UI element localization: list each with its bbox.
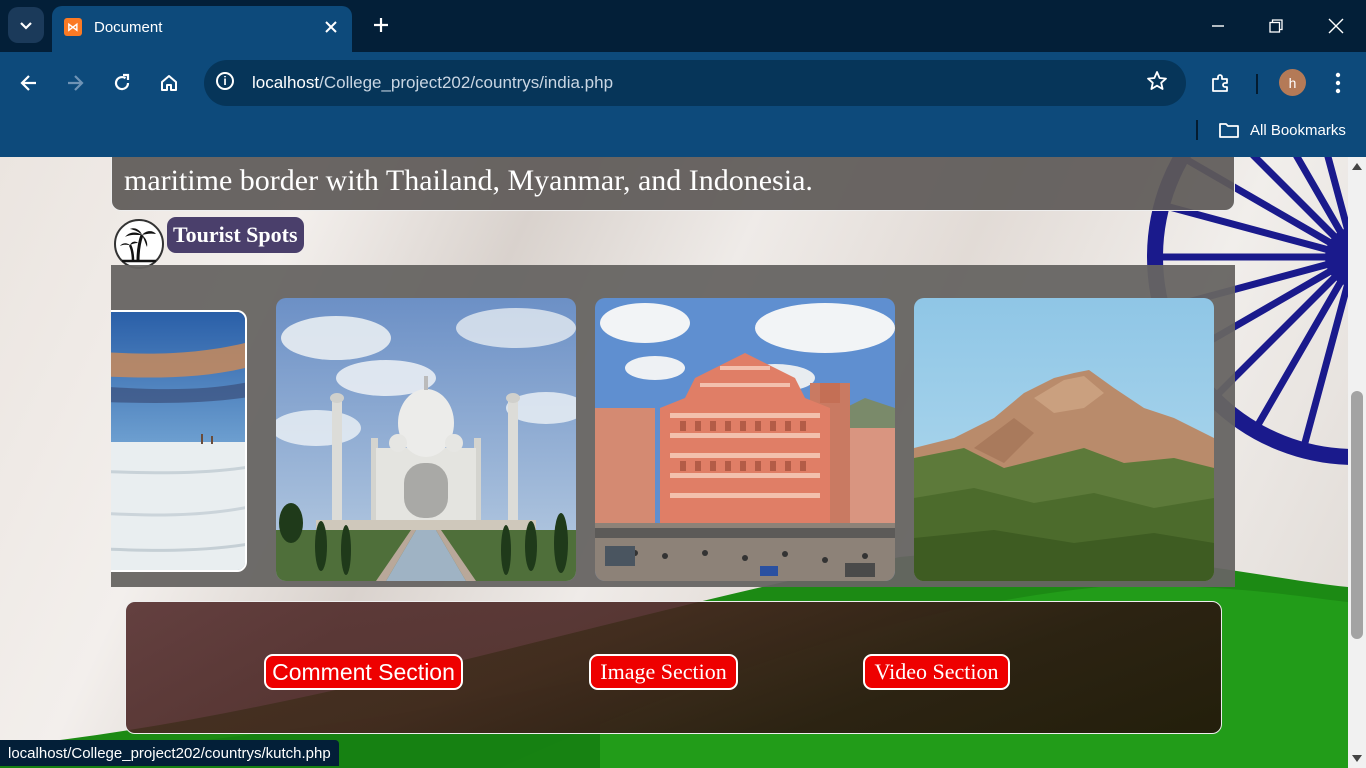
info-icon[interactable]: i	[216, 72, 234, 90]
profile-avatar[interactable]: h	[1279, 69, 1306, 96]
tab-title: Document	[94, 19, 163, 36]
white-desert-photo[interactable]	[111, 310, 247, 572]
close-icon	[325, 21, 337, 33]
star-icon	[1147, 71, 1167, 90]
active-tab[interactable]: ⋈ Document	[52, 6, 352, 52]
toolbar-divider	[1256, 74, 1258, 94]
close-icon	[1328, 18, 1344, 34]
url-text[interactable]: localhost/College_project202/countrys/in…	[252, 73, 613, 93]
comment-section-button[interactable]: Comment Section	[264, 654, 463, 690]
chevron-down-icon	[20, 22, 32, 30]
xampp-favicon-icon: ⋈	[64, 18, 82, 36]
forward-button[interactable]	[58, 66, 92, 100]
minimize-icon	[1212, 25, 1224, 27]
mountain-image	[914, 298, 1214, 581]
status-bar-url: localhost/College_project202/countrys/ku…	[0, 740, 339, 766]
hawa-mahal-image	[595, 298, 895, 581]
close-tab-button[interactable]	[320, 16, 342, 38]
plus-icon	[374, 18, 388, 32]
palm-tree-icon	[114, 219, 164, 269]
bookmarks-divider	[1196, 120, 1198, 140]
url-host: localhost	[252, 73, 320, 92]
mountain-photo[interactable]	[914, 298, 1214, 581]
restore-icon	[1269, 19, 1283, 33]
minimize-button[interactable]	[1198, 10, 1238, 42]
all-bookmarks-label: All Bookmarks	[1250, 121, 1346, 139]
tab-search-button[interactable]	[8, 7, 44, 43]
arrow-right-icon	[68, 75, 84, 91]
hawa-mahal-photo[interactable]	[595, 298, 895, 581]
palm-tree-graphic	[120, 228, 156, 263]
scrollbar-thumb[interactable]	[1351, 391, 1363, 639]
home-icon	[161, 75, 177, 91]
arrow-left-icon	[20, 75, 36, 91]
tab-strip: ⋈ Document	[0, 0, 1366, 52]
restore-button[interactable]	[1256, 10, 1296, 42]
reload-icon	[114, 73, 130, 91]
folder-icon	[1219, 123, 1239, 138]
video-section-button[interactable]: Video Section	[863, 654, 1010, 690]
vertical-scrollbar[interactable]	[1348, 157, 1366, 768]
dots-vertical-icon	[1335, 72, 1341, 94]
scroll-down-arrow-icon[interactable]	[1352, 755, 1362, 762]
white-desert-image	[111, 312, 245, 570]
new-tab-button[interactable]	[368, 12, 394, 38]
reload-button[interactable]	[105, 66, 139, 100]
bookmark-star-icon[interactable]	[1146, 70, 1168, 98]
back-button[interactable]	[12, 66, 46, 100]
browser-toolbar: i localhost/College_project202/countrys/…	[0, 52, 1366, 157]
extensions-button[interactable]	[1206, 68, 1236, 98]
image-section-button[interactable]: Image Section	[589, 654, 738, 690]
puzzle-icon	[1212, 74, 1228, 92]
description-text: maritime border with Thailand, Myanmar, …	[124, 164, 813, 197]
close-window-button[interactable]	[1316, 10, 1356, 42]
address-bar[interactable]: i localhost/College_project202/countrys/…	[204, 60, 1186, 106]
home-button[interactable]	[152, 66, 186, 100]
taj-mahal-photo[interactable]	[276, 298, 576, 581]
tourist-gallery	[111, 265, 1235, 587]
scroll-up-arrow-icon[interactable]	[1352, 163, 1362, 170]
section-nav-box: Comment Section Image Section Video Sect…	[125, 601, 1222, 734]
tourist-spots-heading: Tourist Spots	[167, 217, 304, 253]
url-path: /College_project202/countrys/india.php	[319, 73, 614, 92]
country-description-box: maritime border with Thailand, Myanmar, …	[111, 157, 1235, 211]
kebab-menu-icon[interactable]	[1326, 68, 1350, 98]
all-bookmarks-button[interactable]: All Bookmarks	[1218, 118, 1346, 142]
page-viewport: maritime border with Thailand, Myanmar, …	[0, 157, 1348, 768]
taj-mahal-image	[276, 298, 576, 581]
